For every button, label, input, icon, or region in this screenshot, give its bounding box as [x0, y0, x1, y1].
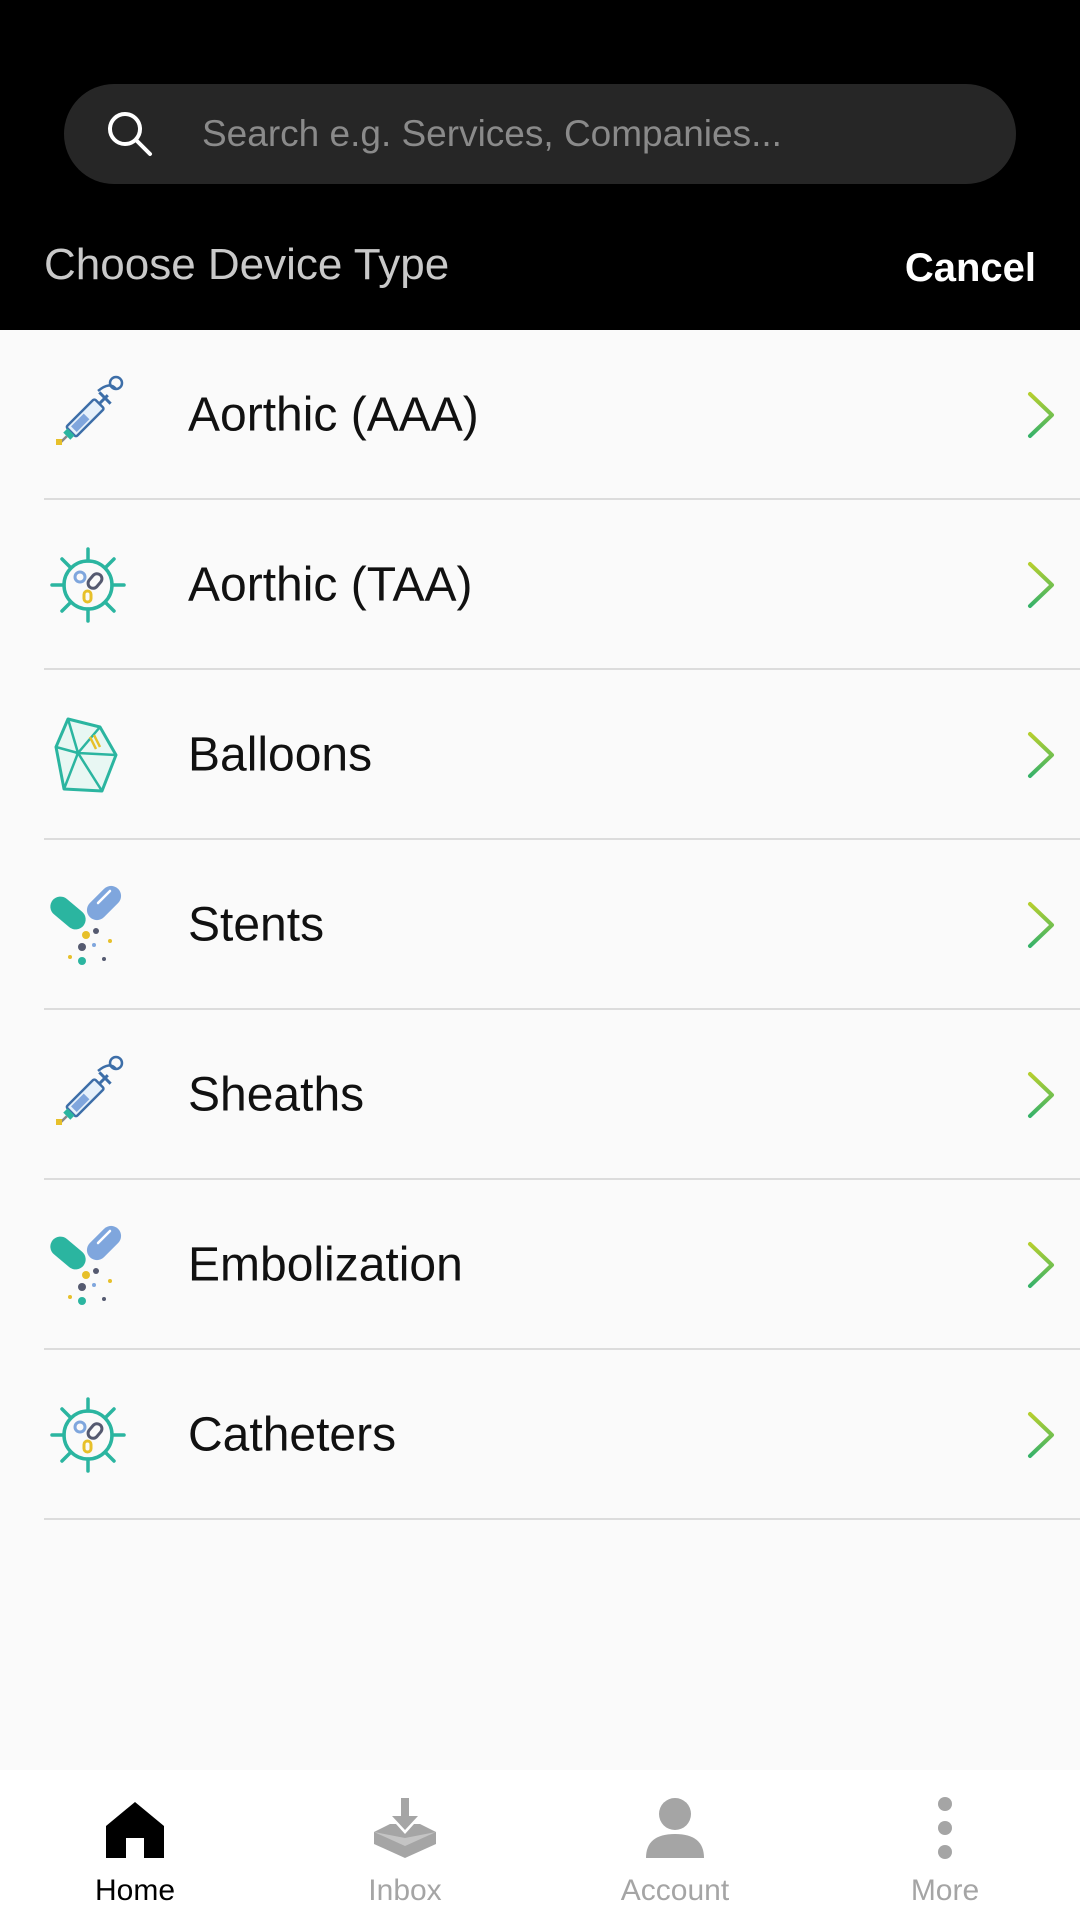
list-item-sheaths[interactable]: Sheaths	[0, 1010, 1080, 1180]
home-icon	[106, 1802, 164, 1858]
tab-label: More	[910, 1874, 980, 1907]
tab-label: Account	[620, 1874, 730, 1907]
crystal-icon	[54, 717, 118, 793]
capsules-icon	[50, 885, 122, 965]
bottom-tab-bar: Home Inbox Account More	[0, 1770, 1080, 1920]
list-item-label: Sheaths	[188, 1068, 365, 1122]
header: Choose Device Type Cancel	[0, 0, 1080, 330]
page-title: Choose Device Type	[44, 240, 450, 289]
list-item-label: Catheters	[188, 1408, 397, 1462]
syringe-icon	[56, 375, 124, 445]
list-item-label: Aorthic (TAA)	[188, 558, 473, 612]
tab-home[interactable]: Home	[0, 1770, 270, 1920]
account-icon	[646, 1798, 704, 1858]
tab-account[interactable]: Account	[540, 1770, 810, 1920]
list-item-label: Stents	[188, 898, 325, 952]
syringe-icon	[56, 1055, 124, 1125]
tab-more[interactable]: More	[810, 1770, 1080, 1920]
chevron-right-icon	[1028, 1242, 1054, 1288]
virus-icon	[50, 1397, 126, 1473]
chevron-right-icon	[1028, 392, 1054, 438]
search-input[interactable]	[200, 112, 986, 156]
list-item-balloons[interactable]: Balloons	[0, 670, 1080, 840]
more-icon	[938, 1797, 952, 1859]
list-item-stents[interactable]: Stents	[0, 840, 1080, 1010]
list-item-aorthic-aaa[interactable]: Aorthic (AAA)	[0, 330, 1080, 500]
list-item-label: Aorthic (AAA)	[188, 388, 479, 442]
chevron-right-icon	[1028, 562, 1054, 608]
search-icon	[108, 112, 152, 156]
list-item-label: Embolization	[188, 1238, 463, 1292]
list-item-label: Balloons	[188, 728, 373, 782]
list-item-catheters[interactable]: Catheters	[0, 1350, 1080, 1520]
virus-icon	[50, 547, 126, 623]
chevron-right-icon	[1028, 902, 1054, 948]
tab-label: Home	[94, 1874, 176, 1907]
device-type-list: Aorthic (AAA) Aorthic (TAA) Balloons Ste…	[0, 330, 1080, 1520]
chevron-right-icon	[1028, 1072, 1054, 1118]
list-item-embolization[interactable]: Embolization	[0, 1180, 1080, 1350]
capsules-icon	[50, 1225, 122, 1305]
tab-inbox[interactable]: Inbox	[270, 1770, 540, 1920]
list-item-aorthic-taa[interactable]: Aorthic (TAA)	[0, 500, 1080, 670]
cancel-button[interactable]: Cancel	[905, 246, 1036, 291]
search-bar[interactable]	[64, 84, 1016, 184]
tab-label: Inbox	[368, 1874, 442, 1907]
inbox-icon	[374, 1798, 436, 1858]
chevron-right-icon	[1028, 1412, 1054, 1458]
chevron-right-icon	[1028, 732, 1054, 778]
